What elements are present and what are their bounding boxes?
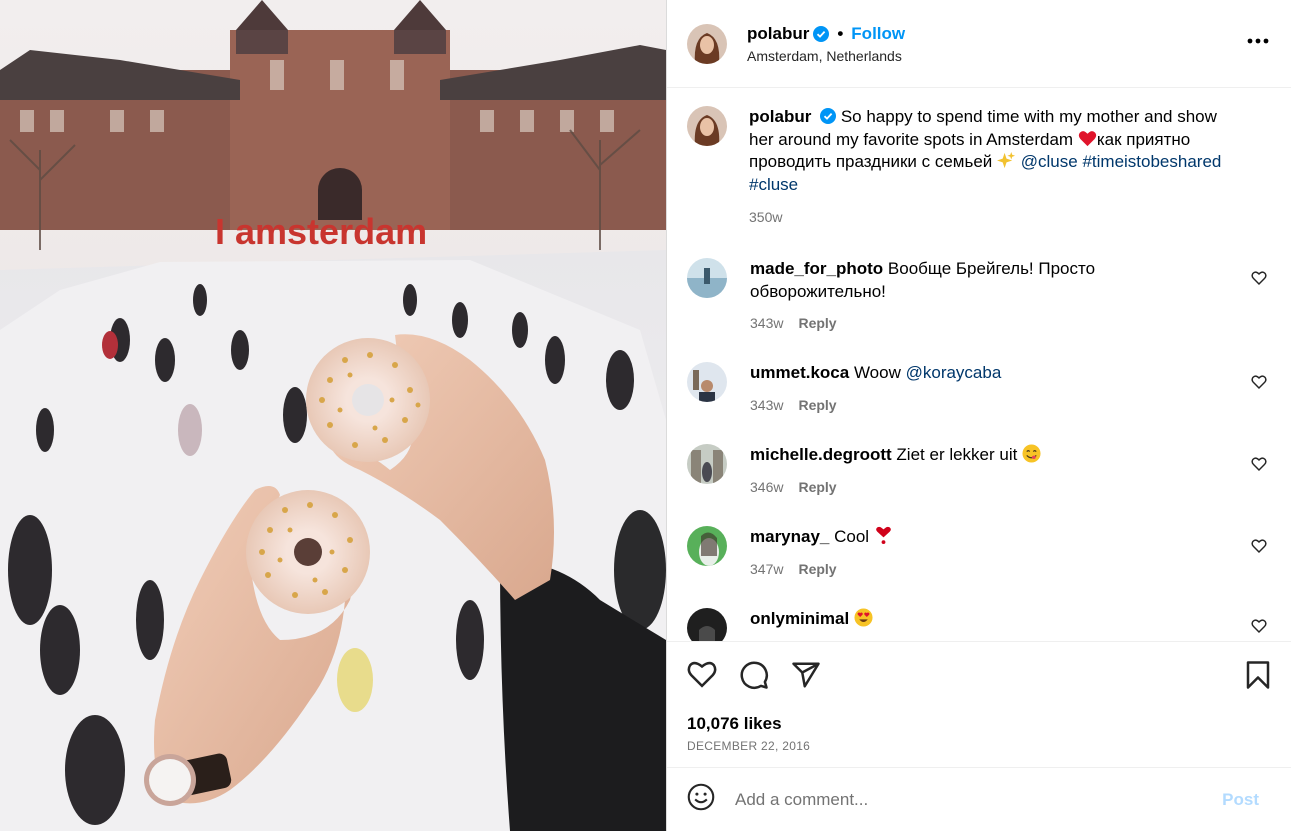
donut-right [306, 338, 430, 462]
comments-section[interactable]: polabur So happy to spend time with my m… [667, 88, 1291, 641]
avatar[interactable] [687, 362, 727, 402]
heart-eyes-emoji-icon [854, 608, 873, 627]
comment-item: made_for_photo Вообще Брейгель! Просто о… [687, 258, 1271, 346]
comment-time[interactable]: 347w [750, 558, 783, 581]
post-comment-button[interactable]: Post [1222, 790, 1259, 810]
like-comment-heart-icon[interactable] [1251, 618, 1267, 634]
comment-username[interactable]: michelle.degroott [750, 445, 892, 464]
avatar[interactable] [687, 526, 727, 566]
avatar[interactable] [687, 258, 727, 298]
avatar[interactable] [687, 23, 727, 64]
comment-text: Woow [853, 363, 901, 382]
comment-username[interactable]: ummet.koca [750, 363, 849, 382]
like-heart-icon[interactable] [687, 660, 717, 695]
save-bookmark-icon[interactable] [1245, 660, 1271, 695]
comment-bubble-icon[interactable] [739, 660, 769, 695]
hashtag-link[interactable]: #timeistobeshared [1082, 152, 1221, 171]
comment-username[interactable]: marynay_ [750, 527, 829, 546]
heart-exclamation-emoji-icon [874, 526, 893, 545]
follow-button[interactable]: Follow [851, 24, 905, 44]
emoji-picker-icon[interactable] [687, 783, 715, 816]
comment-username[interactable]: onlyminimal [750, 609, 849, 628]
share-paper-plane-icon[interactable] [791, 660, 821, 695]
like-comment-heart-icon[interactable] [1251, 538, 1267, 554]
reply-button[interactable]: Reply [798, 394, 836, 417]
like-comment-heart-icon[interactable] [1251, 456, 1267, 472]
add-comment-bar: Post [667, 767, 1291, 831]
likes-count[interactable]: 10,076 likes [687, 714, 782, 734]
post-modal: I amsterdam polabur • Follow Amsterdam, … [0, 0, 1291, 831]
photo-illustration: I amsterdam [0, 0, 666, 831]
i-amsterdam-sign: I amsterdam [215, 211, 427, 252]
donut-left [246, 490, 370, 614]
like-comment-heart-icon[interactable] [1251, 270, 1267, 286]
post-location[interactable]: Amsterdam, Netherlands [747, 48, 905, 64]
comment-item: ummet.koca Woow @koraycaba 343w Reply [687, 362, 1271, 444]
comment-username[interactable]: made_for_photo [750, 259, 883, 278]
separator-dot: • [837, 23, 844, 43]
more-options-icon[interactable] [1247, 32, 1269, 44]
post-side-panel: polabur • Follow Amsterdam, Netherlands [666, 0, 1291, 831]
comment-text: Cool [834, 527, 870, 546]
action-bar: 10,076 likes DECEMBER 22, 2016 [667, 641, 1291, 767]
sparkles-emoji-icon [997, 151, 1016, 170]
comment-item: michelle.degroott Ziet er lekker uit 346… [687, 444, 1271, 526]
verified-badge-icon [813, 25, 830, 42]
post-date: DECEMBER 22, 2016 [687, 739, 811, 753]
comment-input[interactable] [735, 789, 1195, 810]
comment-time[interactable]: 343w [750, 394, 783, 417]
avatar[interactable] [687, 106, 727, 146]
avatar[interactable] [687, 608, 727, 641]
comment-time[interactable]: 343w [750, 312, 783, 335]
caption-time[interactable]: 350w [749, 206, 782, 229]
caption-username[interactable]: polabur [749, 107, 811, 126]
reply-button[interactable]: Reply [798, 312, 836, 335]
mention-link[interactable]: @cluse [1021, 152, 1078, 171]
caption: polabur So happy to spend time with my m… [687, 106, 1271, 258]
like-comment-heart-icon[interactable] [1251, 374, 1267, 390]
avatar[interactable] [687, 444, 727, 484]
comment-time[interactable]: 346w [750, 476, 783, 499]
comment-item: marynay_ Cool 347w Reply [687, 526, 1271, 608]
comment-text: Ziet er lekker uit [896, 445, 1018, 464]
post-username[interactable]: polabur [747, 24, 809, 44]
yum-face-emoji-icon [1022, 444, 1041, 463]
reply-button[interactable]: Reply [798, 558, 836, 581]
reply-button[interactable]: Reply [798, 476, 836, 499]
comment-item: onlyminimal [687, 608, 1271, 641]
verified-badge-icon [820, 108, 837, 124]
red-heart-emoji-icon [1078, 129, 1097, 148]
mention-link[interactable]: @koraycaba [906, 363, 1002, 382]
post-header: polabur • Follow Amsterdam, Netherlands [667, 0, 1291, 88]
post-photo[interactable]: I amsterdam [0, 0, 666, 831]
hashtag-link[interactable]: #cluse [749, 175, 798, 194]
